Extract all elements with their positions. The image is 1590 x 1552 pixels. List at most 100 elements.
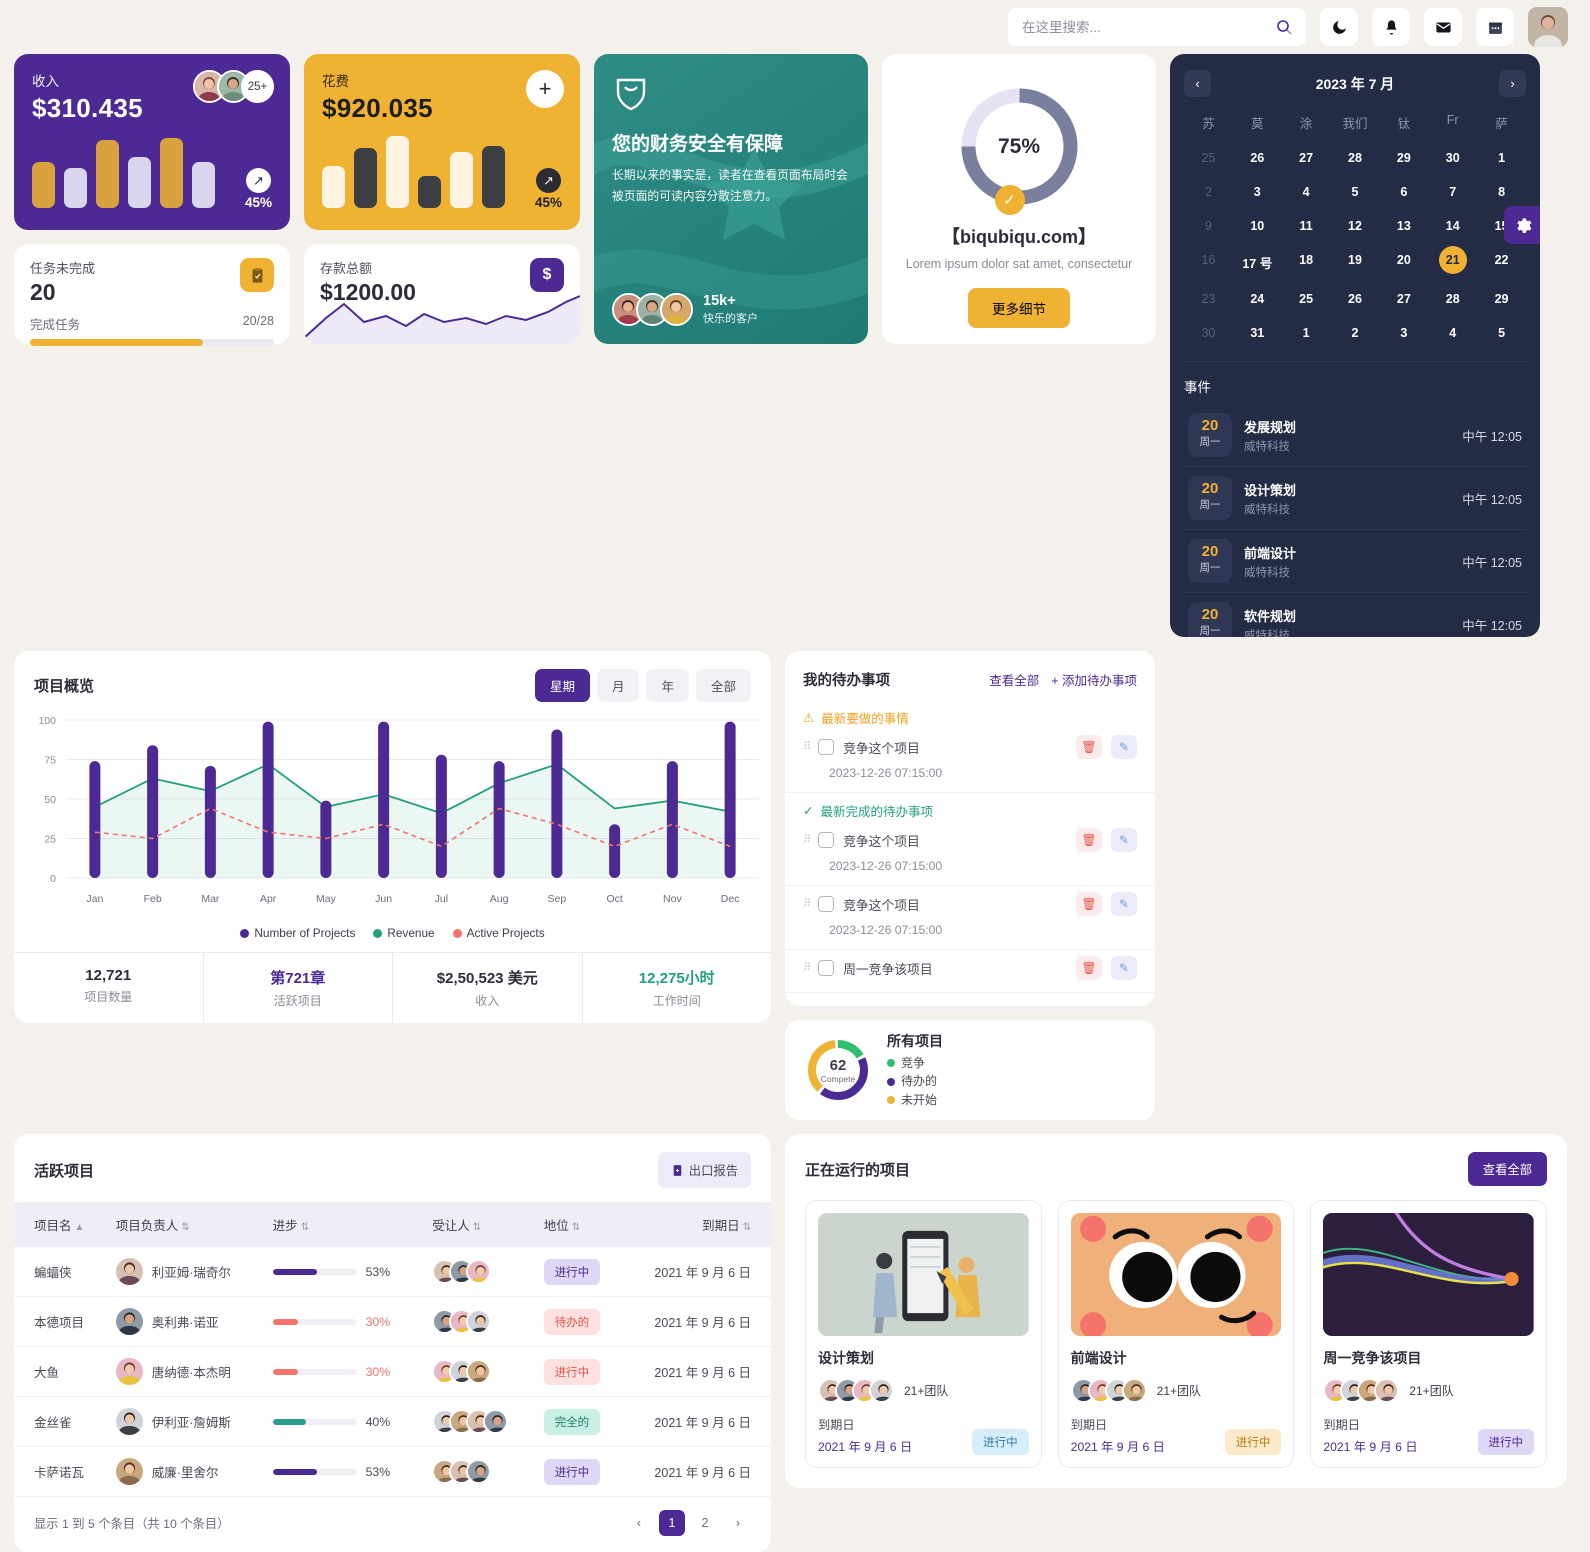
edit-todo-button[interactable]: ✎ bbox=[1111, 828, 1137, 852]
calendar-day[interactable]: 5 bbox=[1331, 178, 1380, 206]
todo-checkbox[interactable] bbox=[818, 832, 835, 848]
calendar-day[interactable]: 17 号 bbox=[1233, 246, 1282, 279]
calendar-day[interactable]: 31 bbox=[1233, 319, 1282, 347]
running-project-card[interactable]: 设计策划 21+团队 到期日 2021 年 9 月 6 日 进行中 bbox=[805, 1200, 1042, 1468]
calendar-day[interactable]: 7 bbox=[1428, 178, 1477, 206]
search-box[interactable] bbox=[1008, 8, 1306, 46]
table-header-进步[interactable]: 进步 ⇅ bbox=[253, 1202, 413, 1247]
user-avatar[interactable] bbox=[1528, 7, 1568, 47]
drag-handle-icon[interactable]: ⠿ bbox=[803, 834, 811, 845]
calendar-day[interactable]: 23 bbox=[1184, 285, 1233, 313]
calendar-day[interactable]: 2 bbox=[1331, 319, 1380, 347]
delete-todo-button[interactable]: 🗑 bbox=[1076, 828, 1102, 852]
filter-月[interactable]: 月 bbox=[596, 669, 640, 702]
drag-handle-icon[interactable]: ⠿ bbox=[803, 962, 811, 973]
moon-icon[interactable] bbox=[1320, 8, 1358, 46]
mail-icon[interactable] bbox=[1424, 8, 1462, 46]
running-see-all-button[interactable]: 查看全部 bbox=[1467, 1152, 1547, 1186]
calendar-day[interactable]: 22 bbox=[1477, 246, 1526, 279]
delete-todo-button[interactable]: 🗑 bbox=[1076, 892, 1102, 916]
page-next-button[interactable]: › bbox=[725, 1510, 751, 1536]
todo-checkbox[interactable] bbox=[818, 739, 835, 755]
edit-todo-button[interactable]: ✎ bbox=[1111, 892, 1137, 916]
calendar-day[interactable]: 1 bbox=[1477, 144, 1526, 172]
calendar-day[interactable]: 27 bbox=[1282, 144, 1331, 172]
calendar-day[interactable]: 3 bbox=[1233, 178, 1282, 206]
running-project-card[interactable]: 周一竞争该项目 21+团队 到期日 2021 年 9 月 6 日 进行中 bbox=[1310, 1200, 1548, 1468]
table-row[interactable]: 本德项目 奥利弗·诺亚 30% 待办的 2021 年 9 月 6 日 bbox=[14, 1296, 771, 1347]
calendar-day[interactable]: 18 bbox=[1282, 246, 1331, 279]
calendar-day[interactable]: 12 bbox=[1331, 212, 1380, 240]
calendar-day[interactable]: 16 bbox=[1184, 246, 1233, 279]
table-header-地位[interactable]: 地位 ⇅ bbox=[524, 1202, 613, 1247]
event-item[interactable]: 20 周一 软件规划 威特科技 中午 12:05 bbox=[1184, 593, 1526, 637]
filter-全部[interactable]: 全部 bbox=[695, 669, 751, 702]
gear-icon[interactable] bbox=[1504, 206, 1540, 244]
todo-add-link[interactable]: + 添加待办事项 bbox=[1051, 670, 1137, 689]
calendar-day[interactable]: 25 bbox=[1184, 144, 1233, 172]
edit-todo-button[interactable]: ✎ bbox=[1111, 956, 1137, 980]
event-item[interactable]: 20 周一 发展规划 威特科技 中午 12:05 bbox=[1184, 404, 1526, 467]
calendar-day[interactable]: 1 bbox=[1282, 319, 1331, 347]
calendar-day[interactable]: 13 bbox=[1379, 212, 1428, 240]
delete-todo-button[interactable]: 🗑 bbox=[1076, 956, 1102, 980]
legend-item[interactable]: Revenue bbox=[373, 926, 435, 940]
legend-item[interactable]: Number of Projects bbox=[240, 926, 355, 940]
table-row[interactable]: 金丝雀 伊利亚·詹姆斯 40% 完全的 2021 年 9 月 6 日 bbox=[14, 1396, 771, 1447]
calendar-day[interactable]: 30 bbox=[1184, 319, 1233, 347]
calendar-day[interactable]: 26 bbox=[1331, 285, 1380, 313]
calendar-day[interactable]: 6 bbox=[1379, 178, 1428, 206]
calendar-day[interactable]: 4 bbox=[1282, 178, 1331, 206]
calendar-day[interactable]: 27 bbox=[1379, 285, 1428, 313]
more-details-button[interactable]: 更多细节 bbox=[968, 288, 1070, 329]
calendar-day[interactable]: 11 bbox=[1282, 212, 1331, 240]
table-row[interactable]: 蝙蝠侠 利亚姆·瑞奇尔 53% 进行中 2021 年 9 月 6 日 bbox=[14, 1247, 771, 1297]
filter-星期[interactable]: 星期 bbox=[534, 669, 590, 702]
table-header-项目名[interactable]: 项目名 ▲ bbox=[14, 1202, 96, 1247]
table-row[interactable]: 大鱼 唐纳德·本杰明 30% 进行中 2021 年 9 月 6 日 bbox=[14, 1346, 771, 1397]
calendar-day[interactable]: 26 bbox=[1233, 144, 1282, 172]
edit-todo-button[interactable]: ✎ bbox=[1111, 735, 1137, 759]
event-item[interactable]: 20 周一 设计策划 威特科技 中午 12:05 bbox=[1184, 467, 1526, 530]
calendar-day[interactable]: 8 bbox=[1477, 178, 1526, 206]
calendar-day[interactable]: 20 bbox=[1379, 246, 1428, 279]
todo-see-all-link[interactable]: 查看全部 bbox=[989, 670, 1039, 689]
calendar-day[interactable]: 2 bbox=[1184, 178, 1233, 206]
calendar-day[interactable]: 30 bbox=[1428, 144, 1477, 172]
bell-icon[interactable] bbox=[1372, 8, 1410, 46]
calendar-prev-button[interactable]: ‹ bbox=[1184, 70, 1211, 97]
calendar-day[interactable]: 28 bbox=[1428, 285, 1477, 313]
calendar-day[interactable]: 29 bbox=[1379, 144, 1428, 172]
running-project-card[interactable]: 前端设计 21+团队 到期日 2021 年 9 月 6 日 进行中 bbox=[1057, 1200, 1295, 1468]
legend-item[interactable]: Active Projects bbox=[452, 926, 545, 940]
page-button-2[interactable]: 2 bbox=[692, 1510, 718, 1536]
calendar-day[interactable]: 28 bbox=[1331, 144, 1380, 172]
calendar-day[interactable]: 3 bbox=[1379, 319, 1428, 347]
delete-todo-button[interactable]: 🗑 bbox=[1076, 735, 1102, 759]
calendar-day[interactable]: 24 bbox=[1233, 285, 1282, 313]
calendar-day-selected[interactable]: 21 bbox=[1438, 246, 1467, 274]
calendar-day[interactable]: 14 bbox=[1428, 212, 1477, 240]
calendar-day[interactable]: 25 bbox=[1282, 285, 1331, 313]
search-input[interactable] bbox=[1022, 19, 1276, 35]
table-header-到期日[interactable]: 到期日 ⇅ bbox=[612, 1202, 771, 1247]
todo-checkbox[interactable] bbox=[818, 960, 835, 976]
calendar-day[interactable]: 9 bbox=[1184, 212, 1233, 240]
table-header-项目负责人[interactable]: 项目负责人 ⇅ bbox=[96, 1202, 253, 1247]
todo-checkbox[interactable] bbox=[818, 896, 835, 912]
export-report-button[interactable]: 出口报告 bbox=[657, 1152, 751, 1188]
avatar-more-count[interactable]: 25+ bbox=[241, 70, 274, 103]
calendar-day[interactable]: 4 bbox=[1428, 319, 1477, 347]
drag-handle-icon[interactable]: ⠿ bbox=[803, 898, 811, 909]
filter-年[interactable]: 年 bbox=[646, 669, 689, 702]
drag-handle-icon[interactable]: ⠿ bbox=[803, 741, 811, 752]
event-item[interactable]: 20 周一 前端设计 威特科技 中午 12:05 bbox=[1184, 530, 1526, 593]
table-header-受让人[interactable]: 受让人 ⇅ bbox=[412, 1202, 523, 1247]
calendar-day[interactable]: 19 bbox=[1331, 246, 1380, 279]
calendar-icon[interactable] bbox=[1476, 8, 1514, 46]
calendar-next-button[interactable]: › bbox=[1498, 70, 1526, 97]
add-expense-button[interactable]: + bbox=[526, 70, 564, 108]
calendar-day[interactable]: 10 bbox=[1233, 212, 1282, 240]
page-prev-button[interactable]: ‹ bbox=[626, 1510, 652, 1536]
calendar-day[interactable]: 29 bbox=[1477, 285, 1526, 313]
